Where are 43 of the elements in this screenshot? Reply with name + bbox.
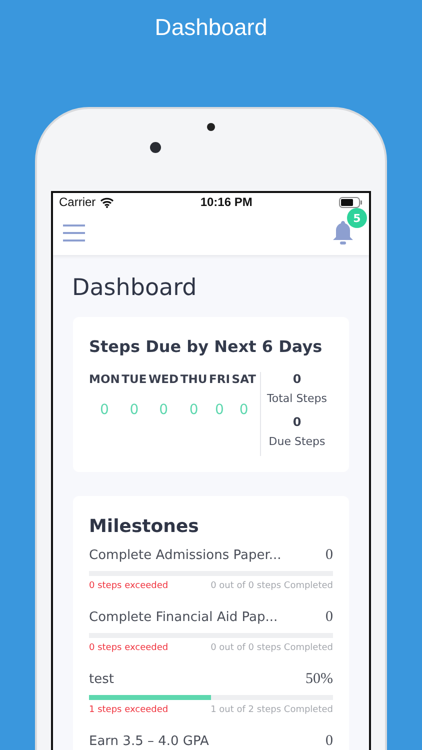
milestone-name[interactable]: Complete Financial Aid Pap... <box>89 610 278 625</box>
dashboard-heading: Dashboard <box>72 275 198 301</box>
day-count: 0 <box>215 402 224 418</box>
speaker-icon <box>207 123 215 131</box>
day-count: 0 <box>239 402 248 418</box>
milestone-name[interactable]: Earn 3.5 – 4.0 GPA <box>89 734 209 749</box>
page-title: Dashboard <box>154 14 268 41</box>
total-value: 0 <box>292 415 302 429</box>
milestone-name[interactable]: test <box>89 672 114 687</box>
milestone-name[interactable]: Complete Admissions Paper... <box>89 548 282 563</box>
notification-badge: 5 <box>347 208 367 228</box>
milestone-value: 0 <box>326 733 333 750</box>
milestone-value: 50% <box>306 671 333 688</box>
completed-text: 1 out of 2 steps Completed <box>210 705 333 715</box>
milestone-value: 0 <box>326 547 333 564</box>
day-count: 0 <box>189 402 198 418</box>
total-value: 0 <box>292 372 302 386</box>
completed-text: 0 out of 0 steps Completed <box>210 581 333 591</box>
wifi-icon <box>100 196 114 208</box>
card-title: Milestones <box>89 516 200 537</box>
day-label: WED <box>148 372 179 386</box>
day-label: MON <box>89 372 120 386</box>
exceeded-text: 0 steps exceeded <box>89 643 168 653</box>
day-count: 0 <box>100 402 109 418</box>
battery-icon <box>338 196 363 208</box>
day-label: FRI <box>209 372 230 386</box>
total-label: Total Steps <box>267 392 327 405</box>
exceeded-text: 0 steps exceeded <box>89 581 168 591</box>
day-count: 0 <box>159 402 168 418</box>
bell-icon[interactable] <box>331 220 355 246</box>
day-label: SAT <box>232 372 256 386</box>
menu-icon[interactable] <box>63 224 85 242</box>
day-label: TUE <box>122 372 147 386</box>
total-label: Due Steps <box>268 435 326 448</box>
card-title: Steps Due by Next 6 Days <box>89 337 324 356</box>
day-count: 0 <box>130 402 139 418</box>
day-label: THU <box>180 372 208 386</box>
milestone-value: 0 <box>326 609 333 626</box>
carrier-label: Carrier <box>59 195 96 209</box>
completed-text: 0 out of 0 steps Completed <box>210 643 333 653</box>
status-time: 10:16 PM <box>200 195 252 209</box>
camera-icon <box>150 142 160 153</box>
exceeded-text: 1 steps exceeded <box>89 705 168 715</box>
